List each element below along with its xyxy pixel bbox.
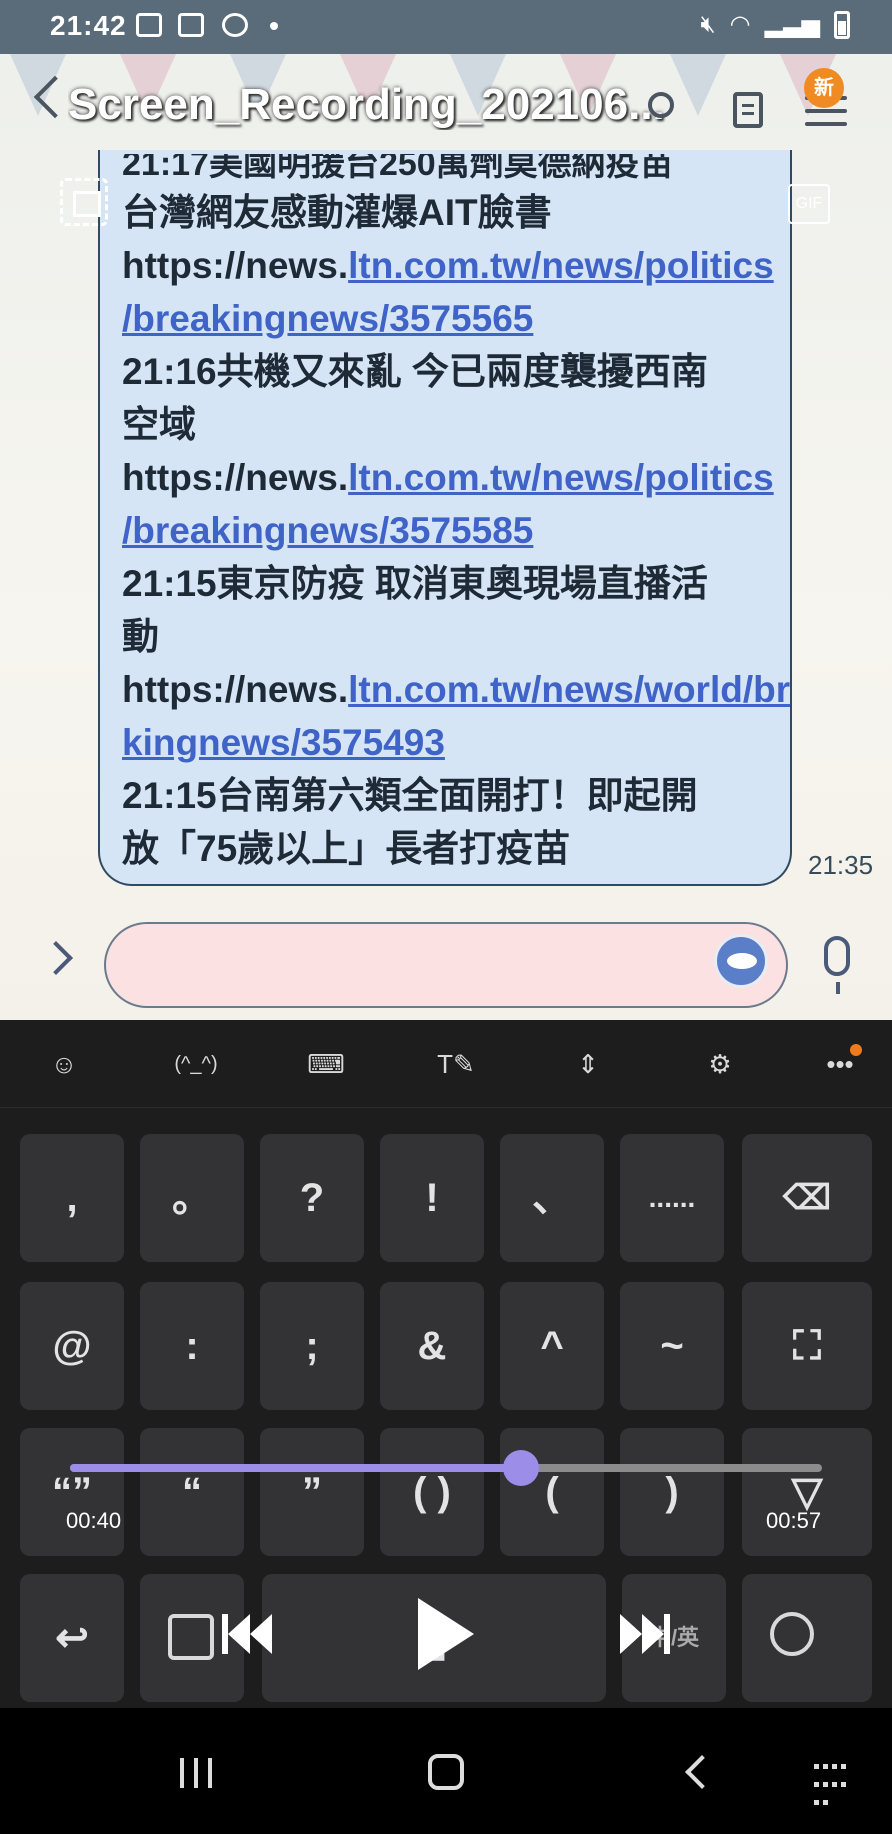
- navigation-bar: [0, 1708, 892, 1834]
- seek-bar[interactable]: [70, 1450, 822, 1486]
- message-input[interactable]: [104, 922, 788, 1008]
- settings-icon[interactable]: ⚙: [680, 1034, 760, 1094]
- status-time: 21:42: [50, 10, 127, 41]
- key-tilde[interactable]: ~: [620, 1282, 724, 1410]
- message-bubble[interactable]: 21:17美國明援台250萬劑莫德納疫苗 台灣網友感動灌爆AIT臉書 https…: [98, 150, 792, 886]
- screen-record-icon: [178, 13, 204, 37]
- new-badge: 新: [804, 68, 844, 108]
- seek-thumb[interactable]: [503, 1450, 540, 1486]
- image-icon[interactable]: [60, 178, 108, 226]
- link-prefix: https://news.: [122, 669, 349, 710]
- nav-back-icon[interactable]: [685, 1755, 719, 1789]
- message-time: 21:35: [808, 850, 874, 880]
- message-link[interactable]: /breakingnews/3575565: [122, 298, 533, 339]
- message-link[interactable]: ltn.com.tw/news/world/brea: [348, 669, 790, 710]
- message-line: 空域: [122, 404, 196, 445]
- key-colon[interactable]: :: [140, 1282, 244, 1410]
- resize-icon[interactable]: ⇕: [548, 1034, 628, 1094]
- key-open-quote[interactable]: “: [140, 1428, 244, 1556]
- key-semicolon[interactable]: ;: [260, 1282, 364, 1410]
- key-caret[interactable]: ^: [500, 1282, 604, 1410]
- key-open-paren[interactable]: (: [500, 1428, 604, 1556]
- message-link[interactable]: /breakingnews/3575585: [122, 510, 533, 551]
- key-question[interactable]: ?: [260, 1134, 364, 1262]
- backspace-key[interactable]: ⌫: [742, 1134, 872, 1262]
- signal-icon: ▂▃▅: [764, 11, 820, 38]
- more-icon[interactable]: •••: [800, 1034, 880, 1094]
- lock-icon[interactable]: [168, 1614, 214, 1660]
- notes-icon[interactable]: [733, 92, 763, 128]
- key-quotes[interactable]: “”: [20, 1428, 124, 1556]
- message-line: 21:17美國明援台250萬劑莫德納疫苗: [122, 154, 674, 183]
- message-link-line[interactable]: https://news.ltn.com.tw/news/politics: [122, 239, 774, 292]
- search-icon[interactable]: [648, 92, 674, 118]
- wifi-icon: ◠: [729, 11, 751, 38]
- key-close-quote[interactable]: ”: [260, 1428, 364, 1556]
- key-comma[interactable]: ,: [20, 1134, 124, 1262]
- gallery-icon: [136, 13, 162, 37]
- message-link-line[interactable]: https://news.ltn.com.tw/news/world/brea: [122, 663, 790, 716]
- link-prefix: https://news.: [122, 245, 349, 286]
- recents-icon[interactable]: [180, 1758, 212, 1788]
- system-icons: 🔇︎ ◠ ▂▃▅: [701, 10, 850, 39]
- key-exclaim[interactable]: !: [380, 1134, 484, 1262]
- notification-dot: [850, 1044, 862, 1056]
- handwriting-icon[interactable]: T✎: [416, 1034, 496, 1094]
- message-line: 21:15台南第六類全面開打！即起開: [122, 775, 698, 816]
- message-line: 21:16共機又來亂 今已兩度襲擾西南: [122, 351, 708, 392]
- key-pause[interactable]: 、: [500, 1134, 604, 1262]
- link-prefix: https://news.: [122, 457, 349, 498]
- message-link-line[interactable]: https://news.ltn.com.tw/news/politics: [122, 451, 774, 504]
- emoji-icon[interactable]: ☺: [24, 1034, 104, 1094]
- message-line: 台灣網友感動灌爆AIT臉書: [122, 192, 552, 233]
- kaomoji-icon[interactable]: (^_^): [156, 1034, 236, 1094]
- message-link[interactable]: ltn.com.tw/news/politics: [348, 245, 774, 286]
- battery-icon: [834, 10, 850, 39]
- message-line: 21:15東京防疫 取消東奧現場直播活: [122, 563, 708, 604]
- screen-recording-title: Screen_Recording_202106...: [68, 80, 665, 129]
- seek-progress: [70, 1464, 522, 1472]
- play-icon[interactable]: [418, 1598, 474, 1670]
- more-notifications-icon: [270, 22, 278, 30]
- key-at[interactable]: @: [20, 1282, 124, 1410]
- sticker-icon[interactable]: [714, 934, 768, 988]
- elapsed-time: 00:40: [66, 1508, 122, 1533]
- skip-back-icon[interactable]: [222, 1614, 274, 1654]
- key-close-paren[interactable]: ): [620, 1428, 724, 1556]
- keyboard-icon[interactable]: ⌨: [286, 1034, 366, 1094]
- home-icon[interactable]: [428, 1754, 464, 1790]
- total-time: 00:57: [766, 1508, 822, 1533]
- status-bar: 21:42 🔇︎ ◠ ▂▃▅: [0, 0, 892, 54]
- key-ampersand[interactable]: &: [380, 1282, 484, 1410]
- message-link[interactable]: kingnews/3575493: [122, 722, 445, 763]
- messenger-icon: [222, 13, 248, 37]
- rotate-icon[interactable]: [770, 1612, 814, 1656]
- back-key[interactable]: ↩: [20, 1574, 124, 1702]
- message-line: 放「75歲以上」長者打疫苗: [122, 828, 571, 869]
- fullscreen-key[interactable]: ⛶: [742, 1282, 872, 1410]
- message-line: 動: [122, 616, 159, 657]
- gif-button[interactable]: GIF: [788, 184, 830, 224]
- enter-key[interactable]: ▽: [742, 1428, 872, 1556]
- mic-icon[interactable]: [824, 936, 850, 994]
- skip-forward-icon[interactable]: [620, 1614, 672, 1654]
- keyboard-toolbar: ☺ (^_^) ⌨ T✎ ⇕ ⚙ •••: [0, 1020, 892, 1108]
- key-ellipsis[interactable]: ......: [620, 1134, 724, 1262]
- keyboard-hide-icon[interactable]: [812, 1758, 856, 1805]
- key-period[interactable]: 。: [140, 1134, 244, 1262]
- mute-icon: 🔇︎: [700, 10, 716, 38]
- message-link[interactable]: ltn.com.tw/news/politics: [348, 457, 774, 498]
- key-parens[interactable]: ( ): [380, 1428, 484, 1556]
